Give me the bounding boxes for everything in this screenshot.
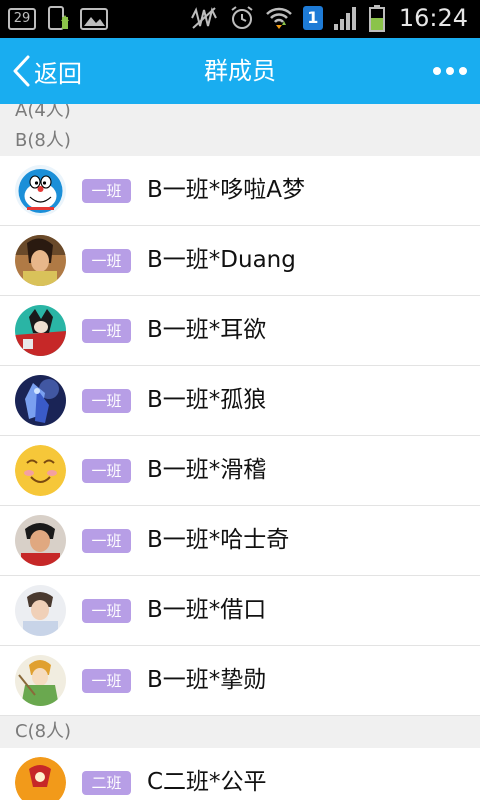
- wifi-icon: [265, 7, 292, 29]
- section-header-c: C(8人): [0, 716, 480, 748]
- avatar: [15, 757, 66, 800]
- member-row[interactable]: 一班 B一班*耳欲: [0, 296, 480, 366]
- member-name: B一班*孤狼: [147, 387, 267, 413]
- member-row[interactable]: 一班 B一班*滑稽: [0, 436, 480, 506]
- class-badge: 一班: [82, 669, 131, 693]
- page-title: 群成员: [204, 57, 276, 85]
- avatar: [15, 165, 66, 216]
- avatar: [15, 235, 66, 286]
- status-bar: 29 1 16:24: [0, 0, 480, 38]
- member-row[interactable]: 一班 B一班*哆啦A梦: [0, 156, 480, 226]
- member-row[interactable]: 一班 B一班*哈士奇: [0, 506, 480, 576]
- avatar: [15, 515, 66, 566]
- avatar: [15, 375, 66, 426]
- mute-icon: [190, 7, 217, 29]
- class-badge: 一班: [82, 319, 131, 343]
- member-row[interactable]: 一班 B一班*借口: [0, 576, 480, 646]
- class-badge: 一班: [82, 389, 131, 413]
- member-name: C二班*公平: [147, 769, 267, 795]
- image-icon: [80, 8, 108, 30]
- class-badge: 一班: [82, 249, 131, 273]
- member-row[interactable]: 一班 B一班*Duang: [0, 226, 480, 296]
- alarm-icon: [231, 6, 253, 29]
- member-name: B一班*挚勋: [147, 667, 267, 693]
- member-list[interactable]: A(4人) B(8人) 一班 B一班*哆啦A梦 一班 B一班*Duang 一班 …: [0, 104, 480, 800]
- avatar: [15, 655, 66, 706]
- class-badge: 一班: [82, 459, 131, 483]
- class-badge: 一班: [82, 599, 131, 623]
- member-name: B一班*哆啦A梦: [147, 177, 306, 203]
- clock-time: 16:24: [398, 4, 468, 32]
- status-left-icons: 29: [8, 5, 108, 33]
- class-badge: 一班: [82, 179, 131, 203]
- signal-icon: [333, 7, 356, 30]
- member-row[interactable]: 一班 B一班*孤狼: [0, 366, 480, 436]
- sim-icon: 1: [302, 6, 323, 30]
- section-header-b: B(8人): [0, 126, 480, 156]
- battery-icon: [368, 5, 385, 32]
- download-icon: [48, 6, 69, 30]
- class-badge: 一班: [82, 529, 131, 553]
- member-name: B一班*Duang: [147, 247, 296, 273]
- member-row[interactable]: 一班 B一班*挚勋: [0, 646, 480, 716]
- member-name: B一班*哈士奇: [147, 527, 290, 553]
- member-name: B一班*耳欲: [147, 317, 267, 343]
- avatar: [15, 305, 66, 356]
- app-bar: 返回 群成员: [0, 38, 480, 104]
- avatar: [15, 585, 66, 636]
- member-name: B一班*滑稽: [147, 457, 267, 483]
- member-row[interactable]: 二班 C二班*公平: [0, 748, 480, 800]
- more-dots-icon[interactable]: [432, 60, 468, 82]
- class-badge: 二班: [82, 771, 131, 795]
- member-name: B一班*借口: [147, 597, 267, 623]
- calendar-icon: 29: [8, 8, 36, 30]
- status-right-icons: 1 16:24: [189, 4, 468, 32]
- avatar: [15, 445, 66, 496]
- section-header-a: A(4人): [0, 104, 480, 126]
